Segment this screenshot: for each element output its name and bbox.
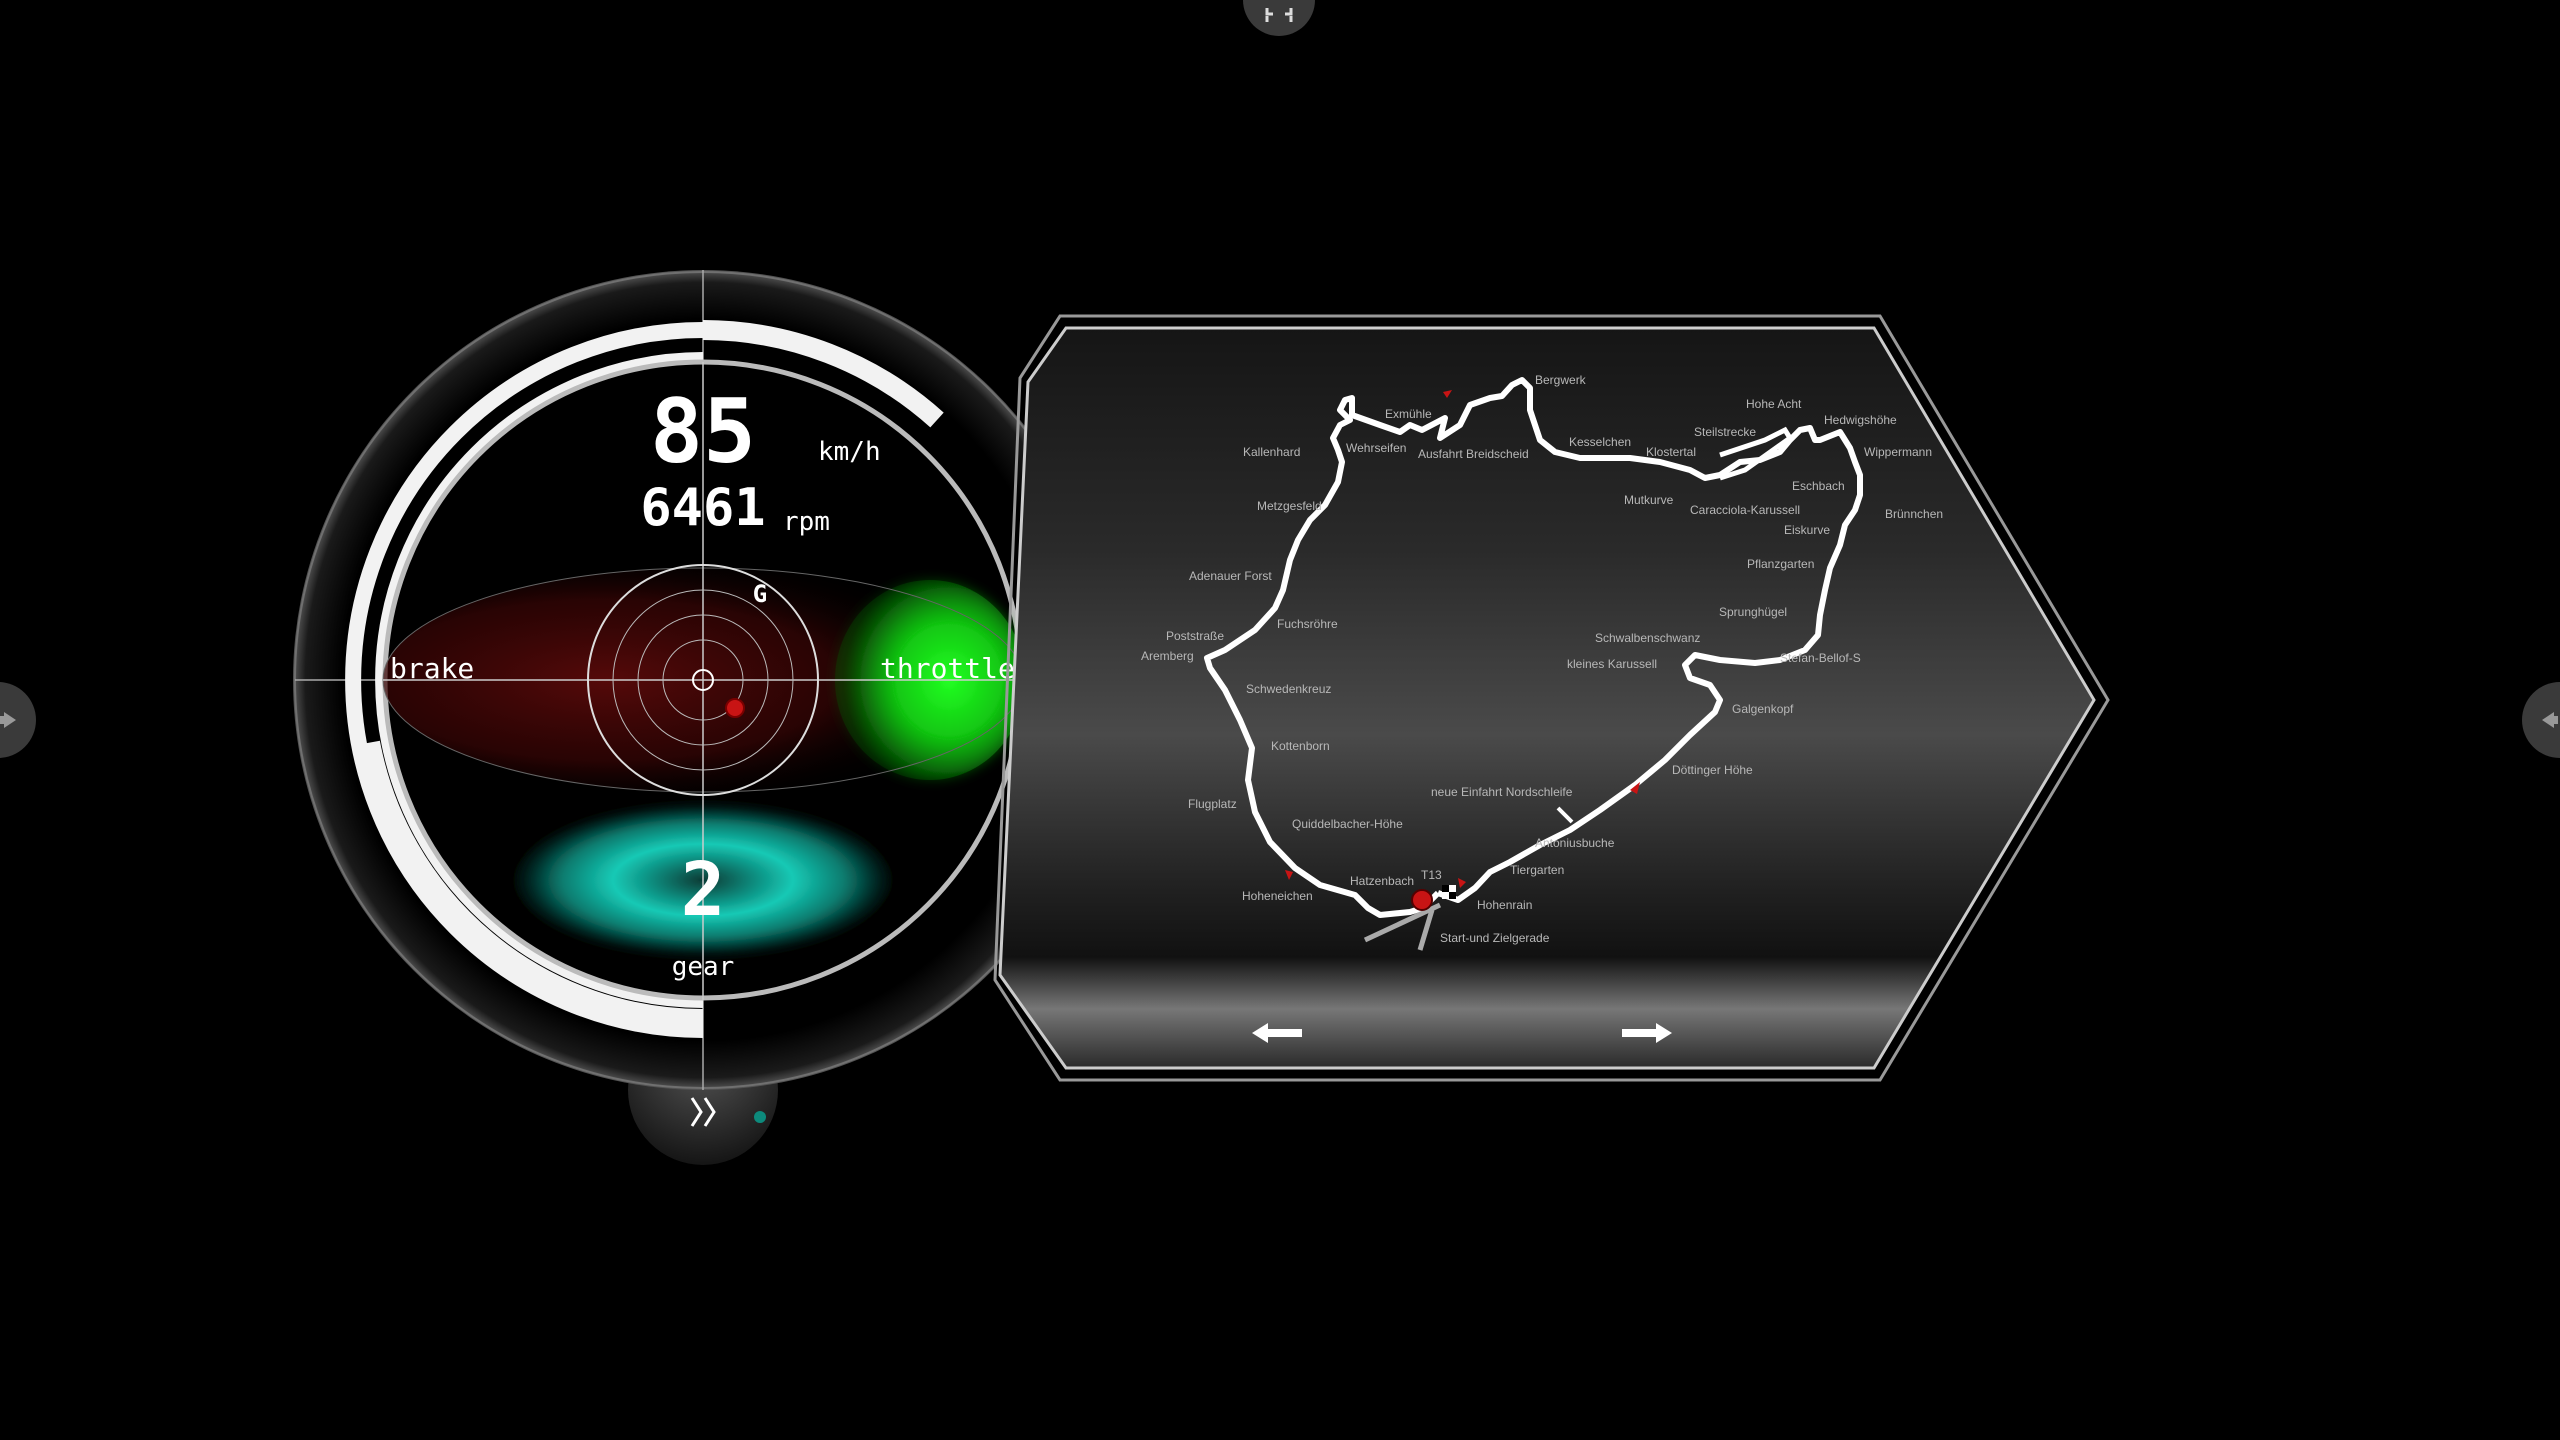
- arrow-right-icon: [0, 712, 16, 728]
- turn-label: Wehrseifen: [1346, 441, 1406, 455]
- track-next-button[interactable]: [1616, 1018, 1676, 1048]
- turn-label: Sprunghügel: [1719, 605, 1787, 619]
- turn-label: Adenauer Forst: [1189, 569, 1272, 583]
- turn-label: Hedwigshöhe: [1824, 413, 1897, 427]
- turn-label: Schwalbenschwanz: [1595, 631, 1700, 645]
- speed-value: 85: [650, 380, 756, 483]
- turn-label: Wippermann: [1864, 445, 1932, 459]
- turn-label: kleines Karussell: [1567, 657, 1657, 671]
- turn-label: Tiergarten: [1510, 863, 1564, 877]
- rpm-unit: rpm: [783, 507, 830, 537]
- turn-label: Kallenhard: [1243, 445, 1300, 459]
- arrow-right-icon: [1622, 1023, 1672, 1043]
- turn-label: Antoniusbuche: [1535, 836, 1615, 850]
- turn-label: Stefan-Bellof-S: [1780, 651, 1861, 665]
- turn-label: Pflanzgarten: [1747, 557, 1814, 571]
- turn-label: Hatzenbach: [1350, 874, 1414, 888]
- fullscreen-icon: [1265, 8, 1293, 22]
- turn-label: Klostertal: [1646, 445, 1696, 459]
- turn-label: Kottenborn: [1271, 739, 1330, 753]
- gear-value: 2: [681, 847, 726, 933]
- turn-label: Hohenrain: [1477, 898, 1532, 912]
- turn-label: Eschbach: [1792, 479, 1845, 493]
- speed-unit: km/h: [818, 437, 881, 467]
- track-outline: [1204, 377, 1863, 918]
- turn-label: Exmühle: [1385, 407, 1432, 421]
- turn-label: Schwedenkreuz: [1246, 682, 1331, 696]
- brake-label: brake: [390, 652, 474, 685]
- turn-label: Start-und Zielgerade: [1440, 931, 1550, 945]
- arrow-left-icon: [1252, 1023, 1302, 1043]
- fullscreen-button[interactable]: [1243, 0, 1315, 36]
- turn-label: Steilstrecke: [1694, 425, 1756, 439]
- checkered-flag-icon: [1442, 885, 1456, 899]
- telemetry-gauge: 85 km/h 6461 rpm G brake throttle 2 gear: [293, 270, 1113, 1165]
- turn-label: Galgenkopf: [1732, 702, 1794, 716]
- indicator-light: [754, 1111, 766, 1123]
- arrow-left-icon: [2542, 712, 2558, 728]
- track-prev-button[interactable]: [1248, 1018, 1308, 1048]
- turn-label: Döttinger Höhe: [1672, 763, 1753, 777]
- turn-label: Hohe Acht: [1746, 397, 1802, 411]
- g-force-dot: [725, 698, 745, 718]
- turn-label: Fuchsröhre: [1277, 617, 1338, 631]
- turn-label: Hoheneichen: [1242, 889, 1313, 903]
- turn-label: Quiddelbacher-Höhe: [1292, 817, 1403, 831]
- turn-label: T13: [1421, 868, 1442, 882]
- g-label: G: [753, 580, 767, 608]
- turn-label: neue Einfahrt Nordschleife: [1431, 785, 1573, 799]
- right-side-button[interactable]: [2522, 682, 2560, 758]
- car-position-marker: [1411, 889, 1433, 911]
- turn-label: Eiskurve: [1784, 523, 1830, 537]
- left-side-button[interactable]: [0, 682, 36, 758]
- throttle-label: throttle: [880, 652, 1015, 685]
- rpm-value: 6461: [640, 478, 765, 538]
- turn-label: Caracciola-Karussell: [1690, 503, 1800, 517]
- turn-label: Bergwerk: [1535, 373, 1587, 387]
- turn-label: Aremberg: [1141, 649, 1194, 663]
- turn-label: Brünnchen: [1885, 507, 1943, 521]
- turn-label: Mutkurve: [1624, 493, 1674, 507]
- turn-label: Poststraße: [1166, 629, 1224, 643]
- turn-label: Kesselchen: [1569, 435, 1631, 449]
- turn-label: Flugplatz: [1188, 797, 1237, 811]
- turn-label: Ausfahrt Breidscheid: [1418, 447, 1529, 461]
- turn-label: Metzgesfeld: [1257, 499, 1322, 513]
- gear-label: gear: [672, 952, 735, 982]
